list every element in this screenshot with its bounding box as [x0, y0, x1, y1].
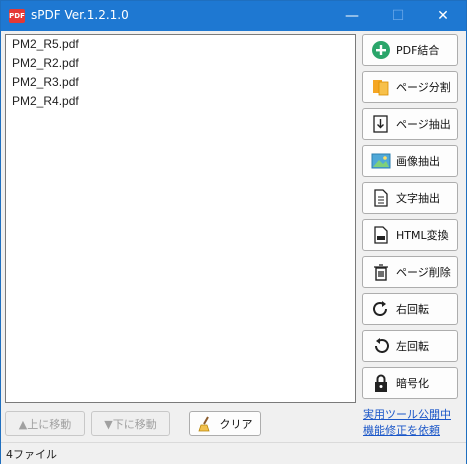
split-pages-icon — [370, 76, 392, 98]
status-bar: 4ファイル — [1, 442, 466, 464]
title-bar: PDF sPDF Ver.1.2.1.0 — ☐ ✕ — [1, 1, 466, 31]
image-icon — [370, 150, 392, 172]
links-panel: 実用ツール公開中 機能修正を依頼 — [363, 407, 463, 439]
rotate-right-button[interactable]: 右回転 — [362, 293, 458, 325]
page-extract-button[interactable]: ページ抽出 — [362, 108, 458, 140]
file-count: 4ファイル — [6, 448, 57, 461]
encrypt-button[interactable]: 暗号化 — [362, 367, 458, 399]
pdf-merge-button[interactable]: PDF結合 — [362, 34, 458, 66]
html-convert-button[interactable]: HTML変換 — [362, 219, 458, 251]
move-up-button[interactable]: ▲上に移動 — [5, 411, 85, 436]
page-delete-button[interactable]: ページ削除 — [362, 256, 458, 288]
list-item[interactable]: PM2_R2.pdf — [6, 54, 355, 73]
list-item[interactable]: PM2_R5.pdf — [6, 35, 355, 54]
page-extract-icon — [370, 113, 392, 135]
html-convert-label: HTML変換 — [396, 229, 449, 242]
pdf-app-icon: PDF — [9, 9, 25, 23]
html-file-icon — [370, 224, 392, 246]
image-extract-label: 画像抽出 — [396, 155, 440, 168]
app-window: PDF sPDF Ver.1.2.1.0 — ☐ ✕ PM2_R5.pdf PM… — [0, 0, 467, 464]
window-title: sPDF Ver.1.2.1.0 — [31, 8, 129, 22]
rotate-left-label: 左回転 — [396, 340, 429, 353]
text-extract-button[interactable]: 文字抽出 — [362, 182, 458, 214]
close-button[interactable]: ✕ — [420, 1, 466, 31]
trash-icon — [370, 261, 392, 283]
image-extract-button[interactable]: 画像抽出 — [362, 145, 458, 177]
action-panel: PDF結合 ページ分割 ページ抽出 画像抽出 文字抽出 HTML変換 ページ削除… — [362, 34, 460, 404]
rotate-left-button[interactable]: 左回転 — [362, 330, 458, 362]
pdf-merge-label: PDF結合 — [396, 44, 440, 57]
text-extract-label: 文字抽出 — [396, 192, 440, 205]
clear-button[interactable]: クリア — [189, 411, 261, 436]
broom-icon — [197, 416, 214, 432]
page-delete-label: ページ削除 — [396, 266, 451, 279]
page-split-label: ページ分割 — [396, 81, 451, 94]
lock-icon — [370, 372, 392, 394]
file-list[interactable]: PM2_R5.pdf PM2_R2.pdf PM2_R3.pdf PM2_R4.… — [5, 34, 356, 403]
rotate-left-icon — [370, 335, 392, 357]
clear-label: クリア — [219, 417, 253, 431]
document-text-icon — [370, 187, 392, 209]
maximize-button[interactable]: ☐ — [375, 1, 421, 31]
page-split-button[interactable]: ページ分割 — [362, 71, 458, 103]
plus-circle-icon — [370, 39, 392, 61]
page-extract-label: ページ抽出 — [396, 118, 451, 131]
list-item[interactable]: PM2_R4.pdf — [6, 92, 355, 111]
move-down-button[interactable]: ▼下に移動 — [91, 411, 170, 436]
rotate-right-label: 右回転 — [396, 303, 429, 316]
tools-link[interactable]: 実用ツール公開中 — [363, 407, 463, 423]
minimize-button[interactable]: — — [329, 1, 375, 31]
encrypt-label: 暗号化 — [396, 377, 429, 390]
list-item[interactable]: PM2_R3.pdf — [6, 73, 355, 92]
request-link[interactable]: 機能修正を依頼 — [363, 423, 463, 439]
rotate-right-icon — [370, 298, 392, 320]
